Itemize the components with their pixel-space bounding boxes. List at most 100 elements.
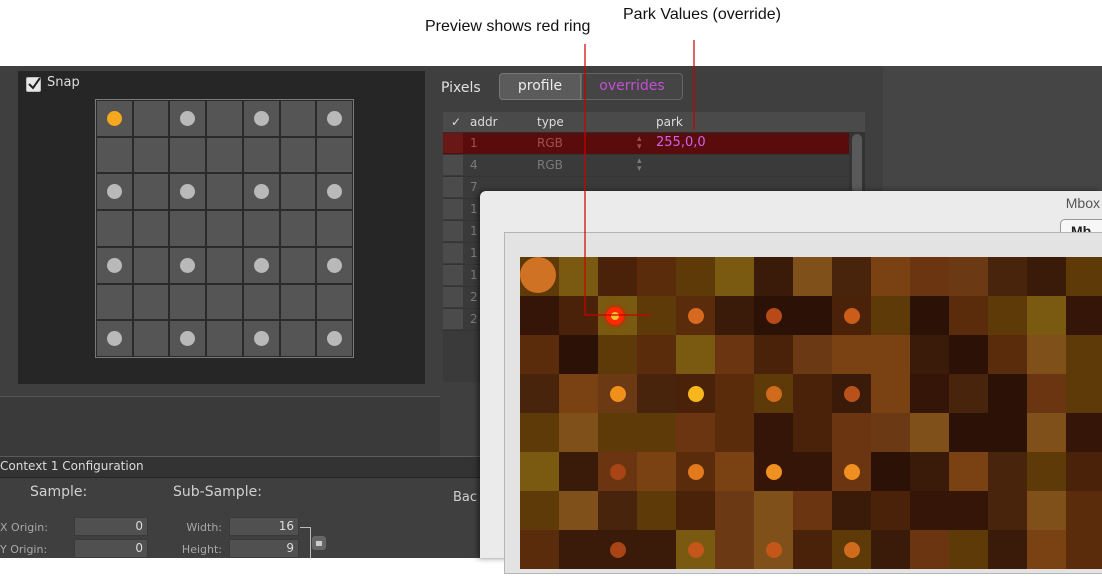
tab-profile[interactable]: profile (499, 73, 581, 100)
snap-checkbox[interactable] (26, 77, 41, 92)
type-stepper-icon[interactable]: ▴ ▾ (637, 135, 642, 152)
pixel-layout-grid[interactable] (95, 99, 354, 358)
grid-cell[interactable] (169, 136, 207, 174)
grid-cell[interactable] (206, 100, 243, 137)
pixel-dot[interactable] (253, 184, 269, 200)
grid-cell[interactable] (206, 210, 243, 247)
grid-cell[interactable] (279, 320, 317, 357)
grid-cell[interactable] (96, 173, 133, 211)
grid-cell[interactable] (316, 210, 353, 247)
grid-cell[interactable] (132, 320, 170, 357)
grid-cell[interactable] (96, 100, 133, 137)
pixel-dot[interactable] (106, 331, 122, 347)
mosaic-cell (910, 296, 949, 335)
grid-cell[interactable] (242, 320, 280, 357)
x-origin-label: X Origin: (0, 521, 48, 534)
column-addr-header[interactable]: addr (470, 115, 498, 129)
type-stepper-icon[interactable]: ▴ ▾ (637, 157, 642, 174)
pixel-dot[interactable] (106, 184, 122, 200)
pixel-dot[interactable] (106, 257, 122, 273)
grid-cell[interactable] (169, 100, 207, 137)
grid-cell[interactable] (96, 283, 133, 321)
grid-cell[interactable] (169, 173, 207, 211)
row-checkbox[interactable] (443, 221, 463, 241)
pixel-dot[interactable] (253, 257, 269, 273)
grid-cell[interactable] (132, 100, 170, 137)
column-park-header[interactable]: park (656, 115, 683, 129)
grid-cell[interactable] (206, 320, 243, 357)
lock-icon[interactable] (312, 536, 326, 550)
tab-overrides[interactable]: overrides (581, 73, 683, 100)
grid-cell[interactable] (242, 100, 280, 137)
grid-cell[interactable] (316, 173, 353, 211)
grid-cell[interactable] (242, 210, 280, 247)
grid-cell[interactable] (132, 173, 170, 211)
grid-cell[interactable] (169, 210, 207, 247)
height-field[interactable]: 9 (229, 539, 299, 558)
grid-cell[interactable] (279, 210, 317, 247)
table-row[interactable]: 1 RGB ▴ ▾ 255,0,0 (443, 133, 865, 155)
pixel-dot[interactable] (327, 331, 343, 347)
row-checkbox[interactable] (443, 155, 463, 175)
grid-cell[interactable] (316, 246, 353, 284)
pixel-dot[interactable] (180, 110, 196, 126)
row-checkbox[interactable] (443, 265, 463, 285)
pixel-dot[interactable] (253, 331, 269, 347)
grid-cell[interactable] (132, 136, 170, 174)
pixel-dot[interactable] (327, 110, 343, 126)
mosaic-pixel-dot (766, 542, 782, 558)
grid-cell[interactable] (96, 136, 133, 174)
grid-cell[interactable] (242, 283, 280, 321)
pixel-dot[interactable] (327, 257, 343, 273)
pixel-dot[interactable] (180, 257, 196, 273)
pixel-dot[interactable] (180, 331, 196, 347)
y-origin-field[interactable]: 0 (74, 539, 148, 558)
grid-cell[interactable] (206, 173, 243, 211)
column-type-header[interactable]: type (537, 115, 564, 129)
grid-cell[interactable] (316, 320, 353, 357)
row-checkbox[interactable] (443, 243, 463, 263)
mosaic-cell (754, 413, 793, 452)
grid-cell[interactable] (169, 320, 207, 357)
grid-cell[interactable] (316, 100, 353, 137)
selected-pixel-dot[interactable] (106, 110, 122, 126)
grid-cell[interactable] (206, 283, 243, 321)
row-type[interactable]: RGB (537, 136, 563, 150)
grid-cell[interactable] (279, 136, 317, 174)
mbox-window-title: Mbox (1065, 195, 1100, 211)
grid-cell[interactable] (316, 136, 353, 174)
grid-cell[interactable] (279, 100, 317, 137)
grid-cell[interactable] (279, 246, 317, 284)
grid-cell[interactable] (132, 210, 170, 247)
grid-cell[interactable] (316, 283, 353, 321)
grid-cell[interactable] (206, 136, 243, 174)
row-checkbox[interactable] (443, 309, 463, 329)
grid-cell[interactable] (279, 173, 317, 211)
pixel-dot[interactable] (253, 110, 269, 126)
width-field[interactable]: 16 (229, 517, 299, 536)
grid-cell[interactable] (96, 210, 133, 247)
grid-cell[interactable] (206, 246, 243, 284)
grid-cell[interactable] (96, 320, 133, 357)
pixel-dot[interactable] (327, 184, 343, 200)
pixel-dot[interactable] (180, 184, 196, 200)
grid-cell[interactable] (242, 246, 280, 284)
grid-cell[interactable] (169, 283, 207, 321)
column-check-header[interactable]: ✓ (451, 115, 461, 129)
grid-cell[interactable] (96, 246, 133, 284)
grid-cell[interactable] (279, 283, 317, 321)
row-checkbox[interactable] (443, 199, 463, 219)
row-checkbox[interactable] (443, 287, 463, 307)
x-origin-field[interactable]: 0 (74, 517, 148, 536)
grid-cell[interactable] (132, 246, 170, 284)
row-park[interactable]: 255,0,0 (656, 135, 706, 150)
row-checkbox[interactable] (443, 177, 463, 197)
grid-cell[interactable] (169, 246, 207, 284)
row-type[interactable]: RGB (537, 158, 563, 172)
row-checkbox[interactable] (443, 133, 463, 153)
scrollbar-thumb[interactable] (852, 134, 862, 194)
grid-cell[interactable] (242, 173, 280, 211)
table-row[interactable]: 4 RGB ▴ ▾ (443, 155, 865, 177)
grid-cell[interactable] (132, 283, 170, 321)
grid-cell[interactable] (242, 136, 280, 174)
